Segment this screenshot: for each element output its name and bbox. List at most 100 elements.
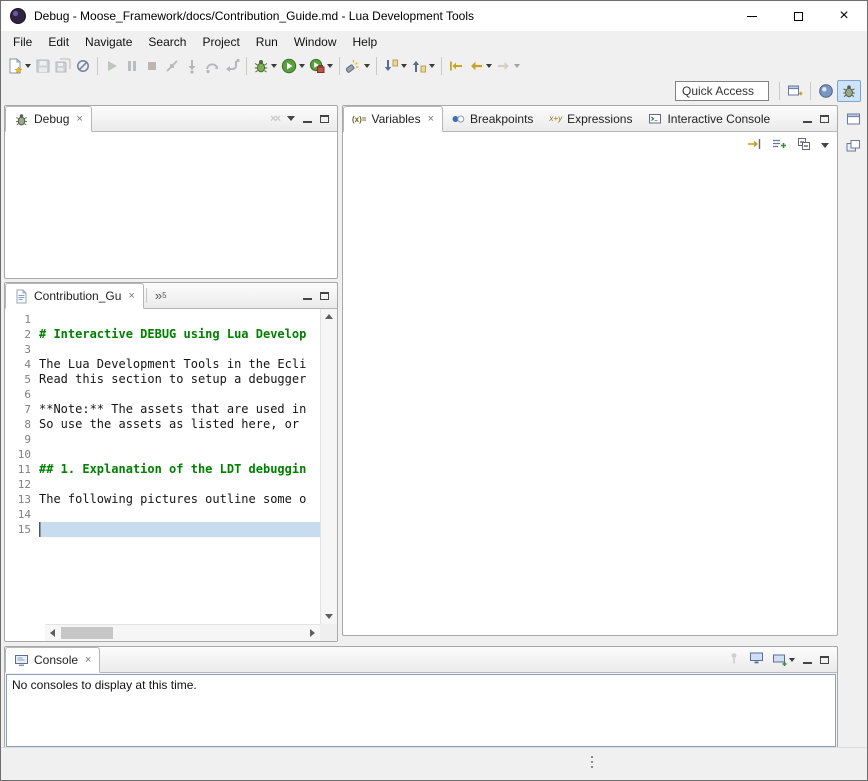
line-number[interactable]: 4 [5,357,39,372]
menu-edit[interactable]: Edit [40,33,77,51]
minimize-view-icon[interactable] [303,114,312,123]
step-over-button[interactable] [202,55,222,77]
step-into-button[interactable] [182,55,202,77]
remove-all-terminated-button[interactable]: ×× [270,113,279,125]
variables-view-content[interactable] [343,132,837,635]
pin-console-icon[interactable] [727,651,741,668]
show-type-names-icon[interactable] [771,136,787,155]
tab-contribution-guide[interactable]: Contribution_Gu × [5,283,144,309]
close-icon[interactable]: × [85,654,91,666]
editor-text-area[interactable]: 1 2# Interactive DEBUG using Lua Develop… [5,309,320,624]
line-number[interactable]: 15 [5,522,39,537]
console-content[interactable]: No consoles to display at this time. [6,674,836,747]
open-perspective-button[interactable] [784,80,806,102]
save-button[interactable] [33,55,53,77]
save-all-button[interactable] [53,55,73,77]
show-logical-structure-icon[interactable] [746,136,762,155]
previous-annotation-button[interactable] [409,55,437,77]
menu-file[interactable]: File [5,33,40,51]
line-number[interactable]: 1 [5,312,39,327]
tab-console[interactable]: Console × [5,647,100,673]
search-dropdown-arrow[interactable] [364,64,370,68]
close-window-button[interactable]: × [821,1,867,31]
new-button[interactable] [5,55,33,77]
new-dropdown-arrow[interactable] [25,64,31,68]
minimized-view-stack-icon[interactable] [845,138,863,157]
display-selected-console-icon[interactable] [749,651,764,668]
line-number[interactable]: 7 [5,402,39,417]
line-number[interactable]: 5 [5,372,39,387]
line-number[interactable]: 13 [5,492,39,507]
external-tools-dropdown-arrow[interactable] [327,64,333,68]
tab-debug[interactable]: Debug × [5,106,92,132]
previous-annotation-dropdown-arrow[interactable] [429,64,435,68]
scroll-down-arrow[interactable] [325,614,333,619]
line-number[interactable]: 6 [5,387,39,402]
menu-window[interactable]: Window [286,33,345,51]
minimize-view-icon[interactable] [303,291,312,300]
external-tools-button[interactable] [307,55,335,77]
terminate-button[interactable] [142,55,162,77]
line-number[interactable]: 3 [5,342,39,357]
horizontal-scrollbar[interactable] [45,624,320,641]
run-button[interactable] [279,55,307,77]
view-menu-icon[interactable] [287,116,295,121]
ldt-perspective-button[interactable] [815,80,837,102]
minimize-view-icon[interactable] [803,655,812,664]
disconnect-button[interactable] [162,55,182,77]
scroll-right-arrow[interactable] [310,629,315,637]
back-dropdown-arrow[interactable] [486,64,492,68]
next-annotation-dropdown-arrow[interactable] [401,64,407,68]
run-dropdown-arrow[interactable] [299,64,305,68]
menu-help[interactable]: Help [345,33,386,51]
suspend-button[interactable] [122,55,142,77]
minimize-view-icon[interactable] [803,114,812,123]
scrollbar-thumb[interactable] [61,627,113,639]
forward-button[interactable] [494,55,522,77]
restore-view-icon[interactable] [845,111,863,130]
editor-content[interactable]: 1 2# Interactive DEBUG using Lua Develop… [5,309,337,641]
collapse-all-icon[interactable] [796,136,812,155]
vertical-scrollbar[interactable] [320,309,337,624]
view-menu-icon[interactable] [821,143,829,148]
quick-access-input[interactable]: Quick Access [675,81,769,101]
debug-perspective-button[interactable] [837,80,861,102]
close-icon[interactable]: × [76,113,82,125]
tab-variables[interactable]: (x)= Variables × [343,106,443,132]
search-toolbar-button[interactable] [344,55,372,77]
open-console-button[interactable] [772,653,795,667]
line-number[interactable]: 11 [5,462,39,477]
next-annotation-button[interactable] [381,55,409,77]
scroll-up-arrow[interactable] [325,314,333,319]
skip-all-breakpoints-button[interactable] [73,55,93,77]
maximize-view-icon[interactable] [820,115,829,123]
forward-dropdown-arrow[interactable] [514,64,520,68]
step-return-button[interactable] [222,55,242,77]
scroll-left-arrow[interactable] [50,629,55,637]
maximize-view-icon[interactable] [320,292,329,300]
last-edit-location-button[interactable] [446,55,466,77]
tab-interactive-console[interactable]: Interactive Console [640,106,778,131]
minimize-window-button[interactable] [729,1,775,31]
debug-view-content[interactable] [5,132,337,278]
maximize-window-button[interactable] [775,1,821,31]
tab-expressions[interactable]: x+y Expressions [541,106,640,131]
hidden-editors-chevron[interactable]: »5 [149,283,173,308]
debug-dropdown-arrow[interactable] [271,64,277,68]
line-number[interactable]: 10 [5,447,39,462]
open-console-dropdown-arrow[interactable] [789,658,795,662]
back-button[interactable] [466,55,494,77]
close-icon[interactable]: × [428,113,434,125]
line-number[interactable]: 12 [5,477,39,492]
debug-button[interactable] [251,55,279,77]
close-icon[interactable]: × [128,290,134,302]
line-number[interactable]: 2 [5,327,39,342]
maximize-view-icon[interactable] [820,656,829,664]
tab-breakpoints[interactable]: Breakpoints [443,106,541,131]
line-number[interactable]: 9 [5,432,39,447]
line-number[interactable]: 8 [5,417,39,432]
menu-search[interactable]: Search [140,33,194,51]
resume-button[interactable] [102,55,122,77]
line-number[interactable]: 14 [5,507,39,522]
status-drag-handle[interactable] [591,756,593,758]
